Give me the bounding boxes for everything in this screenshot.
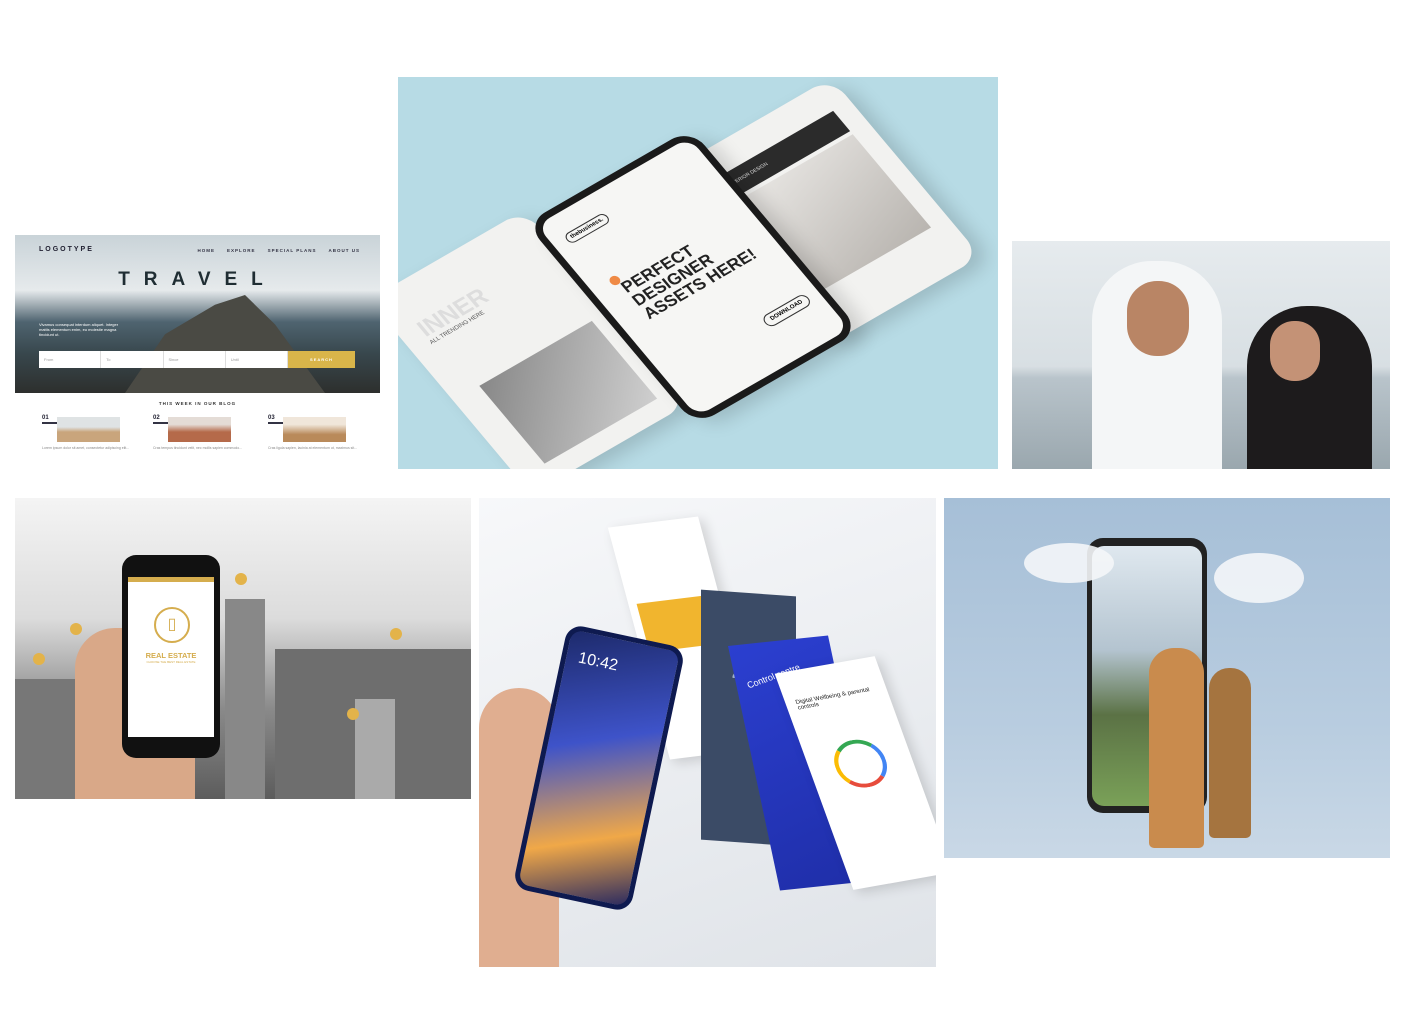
clock: 10:42 — [576, 649, 620, 675]
real-estate-app-image[interactable]: ▯ REAL ESTATE CHOOSE THE BEST REAL ESTAT… — [15, 498, 471, 799]
phone-screen: ▯ REAL ESTATE CHOOSE THE BEST REAL ESTAT… — [128, 577, 214, 737]
card-text: Cras ligula sapien, lacinia at elementum… — [268, 446, 358, 450]
usage-ring — [827, 735, 895, 792]
man-face — [1127, 281, 1189, 356]
travel-website-mockup-image[interactable]: LOGOTYPE HOME EXPLORE SPECIAL PLANS ABOU… — [15, 235, 380, 469]
travel-logo: LOGOTYPE — [39, 246, 94, 253]
phone: ▯ REAL ESTATE CHOOSE THE BEST REAL ESTAT… — [122, 555, 220, 758]
travel-hero: LOGOTYPE HOME EXPLORE SPECIAL PLANS ABOU… — [15, 235, 380, 393]
traveler-woman — [1209, 668, 1251, 838]
traveler-man — [1149, 648, 1204, 848]
blog-heading: THIS WEEK IN OUR BLOG — [158, 401, 237, 406]
phone-clouds-travelers-image[interactable] — [944, 498, 1390, 858]
blog-card: 01 Lorem ipsum dolor sit amet, consectet… — [42, 415, 129, 451]
download-button: DOWNLOAD — [760, 292, 813, 329]
cloud — [1024, 543, 1114, 583]
couple-photo-image[interactable] — [1012, 241, 1390, 469]
cloud — [1214, 553, 1304, 603]
map-pin-icon — [70, 623, 82, 635]
rocks-thumbnail — [168, 417, 231, 442]
main-phone: 10:42 — [512, 623, 686, 913]
map-pin-icon — [347, 708, 359, 720]
android-phones-image[interactable]: 27 Control centre Digital Wellbeing & pa… — [479, 498, 936, 967]
headline: PERFECT DESIGNER ASSETS HERE! — [617, 241, 761, 323]
desert-thumbnail — [57, 417, 120, 442]
travel-nav: HOME EXPLORE SPECIAL PLANS ABOUT US — [198, 248, 360, 253]
travel-search-bar: From To Since Until SEARCH — [39, 351, 355, 368]
map-pin-icon — [390, 628, 402, 640]
nav-home: HOME — [197, 248, 216, 253]
until-field: Until — [226, 351, 288, 368]
building-icon: ▯ — [154, 607, 190, 643]
to-field: To — [101, 351, 164, 368]
brand-badge: thebusiness. — [562, 212, 612, 245]
since-field: Since — [164, 351, 226, 368]
nav-explore: EXPLORE — [227, 248, 256, 253]
from-field: From — [39, 351, 102, 368]
map-pin-icon — [33, 653, 45, 665]
travel-title: TRAVEL — [118, 269, 277, 290]
woman-face — [1270, 321, 1320, 381]
travel-intro: Vivamus consequat interdum aliquet. Inte… — [39, 322, 119, 337]
nav-about-us: ABOUT US — [328, 248, 360, 253]
sphinx-thumbnail — [283, 417, 346, 442]
blog-card: 02 Cras tempus tincidunt velit, nec moll… — [153, 415, 242, 451]
search-button: SEARCH — [288, 351, 355, 368]
map-pin-icon — [235, 573, 247, 585]
real-estate-title: REAL ESTATE — [145, 651, 197, 660]
real-estate-subtitle: CHOOSE THE BEST REAL ESTATE — [146, 660, 196, 664]
card-text: Cras tempus tincidunt velit, nec mollis … — [153, 446, 243, 450]
nav-special-plans: SPECIAL PLANS — [267, 248, 317, 253]
blog-card: 03 Cras ligula sapien, lacinia at elemen… — [268, 415, 357, 451]
mountain-shape — [125, 295, 325, 393]
wellbeing-label: Digital Wellbeing & parental controls — [794, 687, 871, 712]
card-text: Lorem ipsum dolor sit amet, consectetur … — [42, 446, 130, 450]
designer-phones-mockup-image[interactable]: INNER ALL TRENDING HERE INTERIOR DESIGN … — [398, 77, 998, 469]
